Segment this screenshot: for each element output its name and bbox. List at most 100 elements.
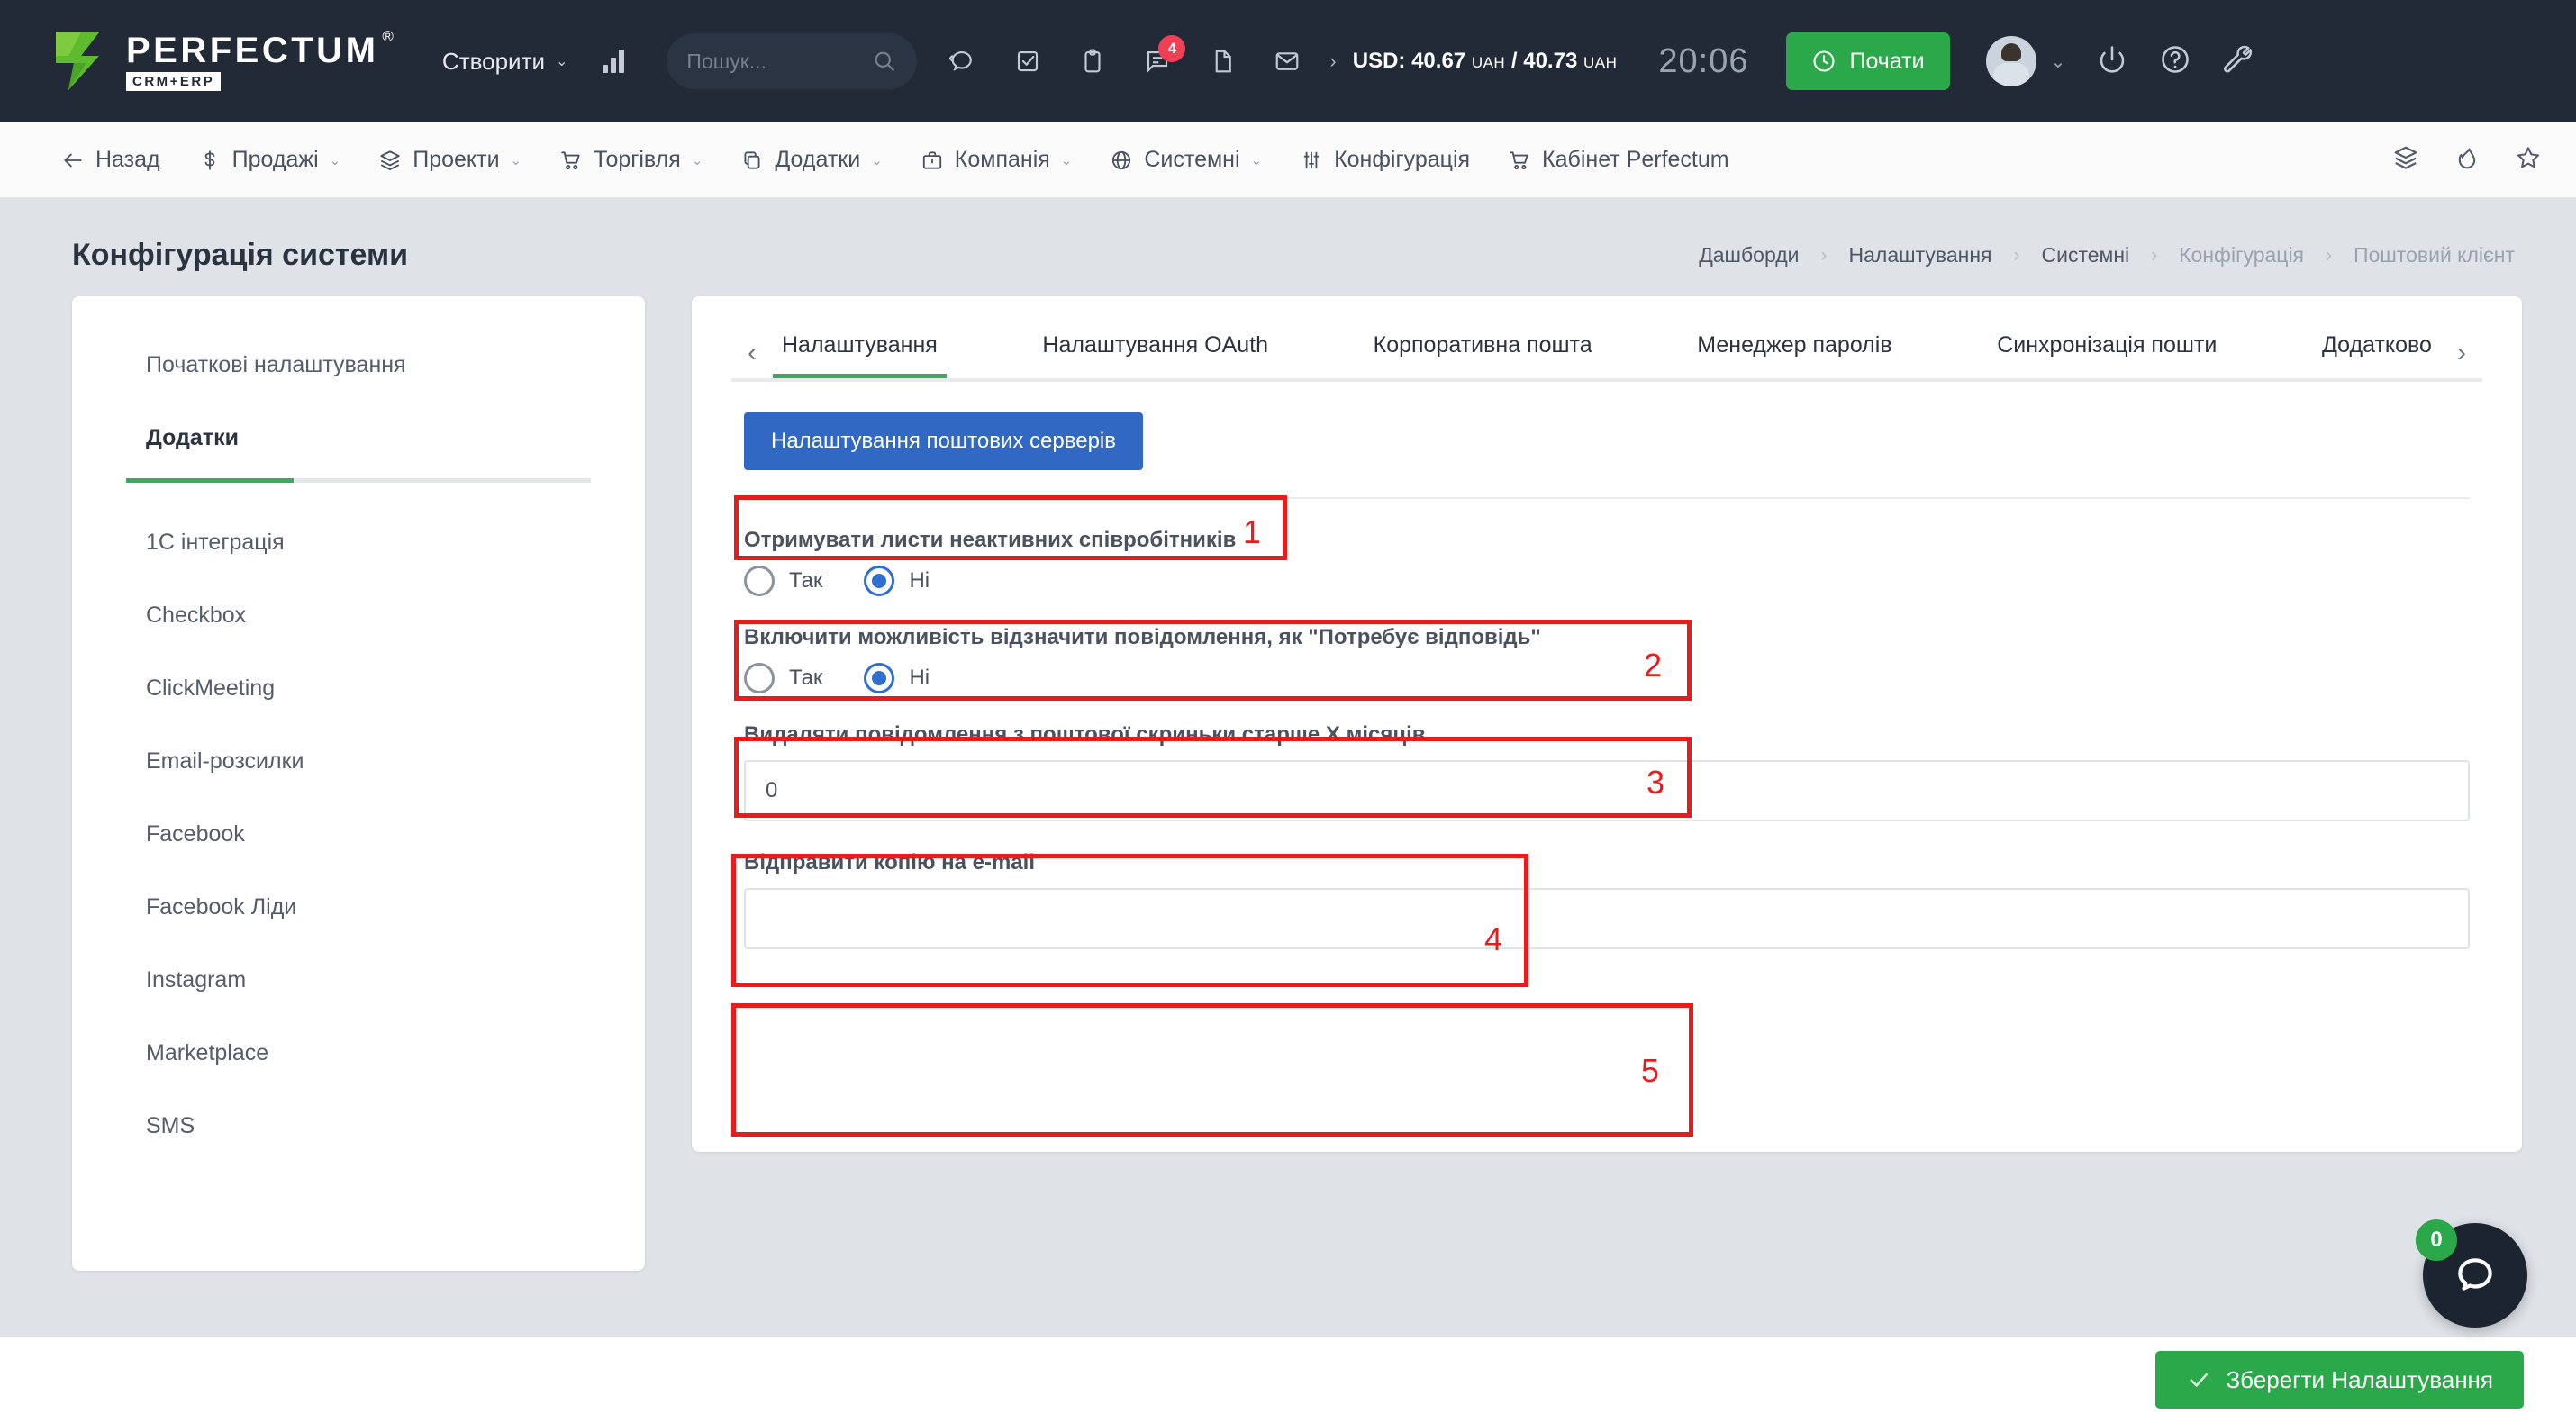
fire-icon[interactable] [2454,144,2481,176]
nav-item-system[interactable]: Системні ⌄ [1110,147,1262,173]
envelope-icon[interactable] [1268,42,1306,80]
chevron-down-icon: ⌄ [871,152,883,168]
chevron-down-icon: ⌄ [1060,152,1073,168]
chat-bubble-icon [2458,1258,2492,1291]
settings-sidebar: Початкові налаштування Додатки 1С інтегр… [72,296,645,1271]
chat-widget-button[interactable]: 0 [2416,1219,2527,1328]
field-label: Видаляти повідомлення з поштової скриньк… [744,722,1426,747]
field-copy-email: Відправити копію на e-mail [744,850,2470,949]
clipboard-icon[interactable] [1074,42,1111,80]
logo-tagline: CRM+ERP [126,71,222,91]
nav-item-sales[interactable]: Продажі ⌄ [198,147,340,173]
create-menu[interactable]: Створити ⌄ [442,48,568,76]
top-bar: PERFECTUM ® CRM+ERP Створити ⌄ Пошук... [0,0,2576,122]
tab-oauth-settings[interactable]: Налаштування OAuth [1033,327,1277,378]
sidebar-item-facebook-leads[interactable]: Facebook Ліди [72,871,645,944]
task-check-icon[interactable] [1009,42,1047,80]
document-icon[interactable] [1203,42,1241,80]
sidebar-item-instagram[interactable]: Instagram [72,944,645,1017]
delete-older-input[interactable] [744,760,2470,821]
help-icon[interactable] [2159,43,2191,80]
comments-icon[interactable]: 4 [1138,35,1186,80]
tabs-next-icon[interactable]: › [2441,338,2482,368]
sidebar-item-checkbox[interactable]: Checkbox [72,579,645,652]
sidebar-item-sms[interactable]: SMS [72,1090,645,1163]
nav-item-addons[interactable]: Додатки ⌄ [740,147,883,173]
tab-settings[interactable]: Налаштування [773,327,947,378]
nav-back-label: Назад [95,147,160,172]
tab-mail-sync[interactable]: Синхронізація пошти [1988,327,2226,378]
nav-item-label: Торгівля [594,147,681,172]
power-icon[interactable] [2096,43,2128,80]
messages-badge: 4 [1158,35,1186,62]
tab-additional[interactable]: Додатково [2313,327,2441,378]
clock-display: 20:06 [1658,41,1749,80]
radio-inactive-no[interactable]: Ні [864,566,930,596]
breadcrumb-item[interactable]: Системні [2041,243,2129,267]
nav-item-projects[interactable]: Проекти ⌄ [378,147,522,173]
clock-icon [1813,50,1836,72]
start-timer-button[interactable]: Почати [1786,32,1950,90]
sidebar-item-email[interactable]: Email-розсилки [72,725,645,798]
chevron-right-icon[interactable]: › [1329,50,1336,73]
sidebar-item-addons[interactable]: Додатки [72,402,645,475]
rate-unit-2: UAH [1583,54,1618,71]
chevron-right-icon: › [2326,244,2333,266]
wrench-icon[interactable] [2222,43,2254,80]
nav-item-trade[interactable]: Торгівля ⌄ [559,147,703,173]
sliders-icon [1303,151,1320,168]
nav-item-label: Проекти [413,147,500,172]
search-input[interactable]: Пошук... [667,33,918,89]
radio-group-needs-reply: Так Ні [744,663,2470,693]
cart-icon [561,150,580,169]
app-logo[interactable]: PERFECTUM ® CRM+ERP [50,29,394,94]
avatar[interactable] [1985,36,2036,86]
radio-inactive-yes[interactable]: Так [744,566,822,596]
chat-bubble-icon[interactable] [944,42,982,80]
save-settings-label: Зберегти Налаштування [2226,1365,2493,1393]
nav-item-company[interactable]: Компанія ⌄ [921,147,1073,173]
nav-item-label: Компанія [954,147,1050,172]
nav-back[interactable]: Назад [61,147,160,173]
sidebar-item-clickmeeting[interactable]: ClickMeeting [72,652,645,725]
chevron-down-icon[interactable]: ⌄ [2051,50,2066,73]
radio-label: Ні [909,568,930,593]
radio-group-inactive-mail: Так Ні [744,566,2470,596]
copy-email-input[interactable] [744,888,2470,949]
radio-needs-reply-no[interactable]: Ні [864,663,930,693]
save-settings-button[interactable]: Зберегти Налаштування [2155,1351,2524,1409]
breadcrumb-item[interactable]: Дашборди [1699,243,1799,267]
breadcrumb-item[interactable]: Налаштування [1849,243,1992,267]
mail-servers-button[interactable]: Налаштування поштових серверів [744,412,1143,470]
nav-item-configuration[interactable]: Конфігурація [1300,147,1470,173]
tabs-prev-icon[interactable]: ‹ [731,338,773,368]
radio-dot-icon [744,566,775,596]
logo-wordmark: PERFECTUM [126,30,379,70]
breadcrumb-item: Конфігурація [2179,243,2305,267]
tab-corporate-mail[interactable]: Корпоративна пошта [1365,327,1601,378]
nav-item-cabinet[interactable]: Кабінет Perfectum [1508,147,1729,173]
sidebar-item-1c[interactable]: 1С інтеграція [72,506,645,579]
layers-icon[interactable] [2392,144,2419,176]
layers-icon [380,150,400,170]
tab-password-manager[interactable]: Менеджер паролів [1688,327,1900,378]
mail-settings-form: Налаштування поштових серверів Отримуват… [692,382,2522,949]
chart-bars-icon[interactable] [594,42,632,80]
field-inactive-mail: Отримувати листи неактивних співробітник… [744,528,2470,596]
sidebar-item-marketplace[interactable]: Marketplace [72,1017,645,1090]
chevron-down-icon: ⌄ [691,152,703,168]
sidebar-item-initial-settings[interactable]: Початкові налаштування [72,329,645,402]
search-placeholder: Пошук... [686,49,766,73]
radio-label: Ні [909,666,930,690]
check-icon [2191,1373,2209,1387]
star-icon[interactable] [2515,144,2542,176]
radio-needs-reply-yes[interactable]: Так [744,663,822,693]
arrow-left-icon [64,153,82,167]
search-icon [875,51,895,72]
field-label: Отримувати листи неактивних співробітник… [744,528,1237,552]
copy-icon [744,150,760,169]
sidebar-item-facebook[interactable]: Facebook [72,798,645,871]
create-menu-label: Створити [441,47,546,75]
breadcrumb-item-current: Поштовий клієнт [2354,243,2515,267]
rate-unit-1: UAH [1471,54,1506,71]
